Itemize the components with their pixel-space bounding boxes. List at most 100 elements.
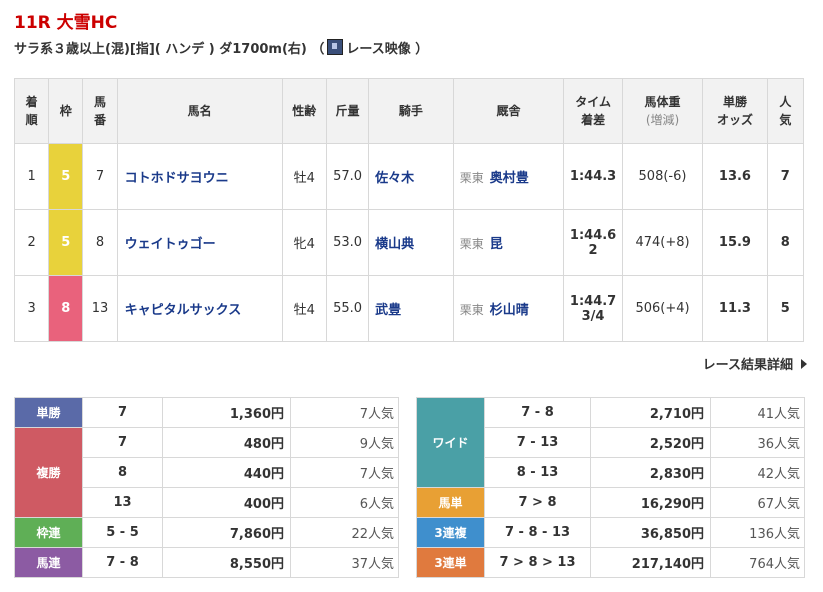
payout-combo: 7: [82, 397, 163, 428]
jockey-link[interactable]: 横山典: [375, 237, 414, 252]
header-rank: 着順: [13, 78, 50, 144]
payout-popularity: 37人気: [290, 547, 399, 578]
finish-time: 1:44.7 3/4: [563, 275, 623, 342]
sex-age: 牝4: [281, 209, 327, 276]
race-info-close: ）: [410, 42, 429, 57]
body-weight: 506(+4): [621, 275, 704, 342]
horse-name-link[interactable]: コトホドサヨウニ: [125, 171, 229, 186]
trainer-link[interactable]: 杉山晴: [490, 303, 529, 318]
payout-type-wide: ワイド: [416, 397, 485, 488]
payout-type-umaren: 馬連: [14, 547, 83, 578]
payout-popularity: 41人気: [710, 397, 805, 428]
table-row: 1 5 7 コトホドサヨウニ 牡4 57.0 佐々木 栗東 奥村豊 1:44.3 …: [13, 143, 805, 210]
payout-amount: 2,830円: [590, 457, 711, 488]
payout-row: 3連複 7 - 8 - 13 36,850円 136人気: [416, 517, 805, 548]
popularity: 7: [766, 143, 805, 210]
trainer-link[interactable]: 奥村豊: [490, 171, 529, 186]
payout-type-umatan: 馬単: [416, 487, 485, 518]
payout-type-fukusho: 複勝: [14, 427, 83, 518]
race-detail-link[interactable]: レース結果詳細: [703, 354, 807, 373]
payout-popularity: 7人気: [290, 397, 399, 428]
payout-amount: 400円: [162, 487, 291, 518]
header-name: 馬名: [116, 78, 283, 144]
popularity: 8: [766, 209, 805, 276]
horse-name-link[interactable]: キャピタルサックス: [125, 303, 242, 318]
stable-area: 栗東: [459, 303, 484, 317]
horse-number: 7: [82, 143, 118, 210]
header-sex-age: 性齢: [281, 78, 327, 144]
payout-row: 枠連 5 - 5 7,860円 22人気: [14, 517, 399, 548]
jockey-link[interactable]: 武豊: [375, 303, 401, 318]
payout-table-left: 単勝 7 1,360円 7人気 複勝 7 480円 9人気 8 440円 7人気…: [14, 397, 399, 578]
race-title: 11R 大雪HC: [14, 13, 118, 33]
payout-combo: 7 - 8 - 13: [484, 517, 591, 548]
header-jockey: 騎手: [368, 78, 454, 144]
body-weight: 474(+8): [621, 209, 704, 276]
table-row: 2 5 8 ウェイトゥゴー 牝4 53.0 横山典 栗東昆 1:44.6 2 47…: [13, 209, 805, 276]
payout-row: 馬単 7 > 8 16,290円 67人気: [416, 487, 805, 518]
payout-table-right: ワイド 7 - 8 2,710円 41人気 7 - 13 2,520円 36人気…: [416, 397, 805, 578]
carried-weight: 55.0: [325, 275, 370, 342]
payout-row: 単勝 7 1,360円 7人気: [14, 397, 399, 428]
race-conditions: サラ系３歳以上(混)[指]( ハンデ ) ダ1700m(右) （: [14, 42, 325, 57]
waku-badge: 8: [48, 275, 84, 342]
horse-number: 13: [82, 275, 118, 342]
horse-name-link[interactable]: ウェイトゥゴー: [125, 237, 216, 252]
payout-popularity: 67人気: [710, 487, 805, 518]
sex-age: 牡4: [281, 143, 327, 210]
payout-amount: 480円: [162, 427, 291, 458]
payout-combo: 7 > 8 > 13: [484, 547, 591, 578]
payout-popularity: 22人気: [290, 517, 399, 548]
trainer-link[interactable]: 昆: [490, 237, 503, 252]
carried-weight: 57.0: [325, 143, 370, 210]
payout-combo: 7 > 8: [484, 487, 591, 518]
payout-amount: 2,710円: [590, 397, 711, 428]
header-body-weight: 馬体重 (増減): [621, 78, 704, 144]
header-weight: 斤量: [325, 78, 370, 144]
payout-popularity: 42人気: [710, 457, 805, 488]
rank: 3: [13, 275, 50, 342]
payout-type-tansho: 単勝: [14, 397, 83, 428]
payout-popularity: 9人気: [290, 427, 399, 458]
sex-age: 牡4: [281, 275, 327, 342]
body-weight: 508(-6): [621, 143, 704, 210]
payout-combo: 8: [82, 457, 163, 488]
header-time: タイム 着差: [563, 78, 623, 144]
rank: 2: [13, 209, 50, 276]
payout-amount: 16,290円: [590, 487, 711, 518]
results-table: 着順 枠 馬番 馬名 性齢 斤量 騎手 厩舎 タイム 着差 馬体重 (増減) 単勝オ…: [13, 78, 805, 342]
payout-combo: 7 - 13: [484, 427, 591, 458]
payout-popularity: 6人気: [290, 487, 399, 518]
payout-amount: 2,520円: [590, 427, 711, 458]
win-odds: 15.9: [702, 209, 768, 276]
header-odds: 単勝 オッズ: [702, 78, 768, 144]
video-icon[interactable]: [327, 39, 344, 55]
payout-row: 複勝 7 480円 9人気: [14, 427, 399, 518]
header-num: 馬番: [82, 78, 118, 144]
header-waku: 枠: [48, 78, 84, 144]
payout-combo: 13: [82, 487, 163, 518]
win-odds: 13.6: [702, 143, 768, 210]
stable-area: 栗東: [459, 237, 484, 251]
payout-row: ワイド 7 - 8 2,710円 41人気: [416, 397, 805, 488]
waku-badge: 5: [48, 209, 84, 276]
payout-popularity: 7人気: [290, 457, 399, 488]
finish-time: 1:44.3: [563, 143, 623, 210]
payout-combo: 8 - 13: [484, 457, 591, 488]
payout-combo: 5 - 5: [82, 517, 163, 548]
payout-popularity: 764人気: [710, 547, 805, 578]
payout-amount: 7,860円: [162, 517, 291, 548]
horse-number: 8: [82, 209, 118, 276]
payout-popularity: 136人気: [710, 517, 805, 548]
header-popularity: 人気: [766, 78, 805, 144]
header-stable: 厩舎: [452, 78, 565, 144]
payout-amount: 217,140円: [590, 547, 711, 578]
results-header-row: 着順 枠 馬番 馬名 性齢 斤量 騎手 厩舎 タイム 着差 馬体重 (増減) 単勝オ…: [13, 78, 805, 144]
win-odds: 11.3: [702, 275, 768, 342]
payout-combo: 7: [82, 427, 163, 458]
payout-type-sanrentan: 3連単: [416, 547, 485, 578]
payout-combo: 7 - 8: [82, 547, 163, 578]
finish-time: 1:44.6 2: [563, 209, 623, 276]
jockey-link[interactable]: 佐々木: [375, 171, 414, 186]
race-video-link[interactable]: レース映像: [346, 42, 410, 57]
